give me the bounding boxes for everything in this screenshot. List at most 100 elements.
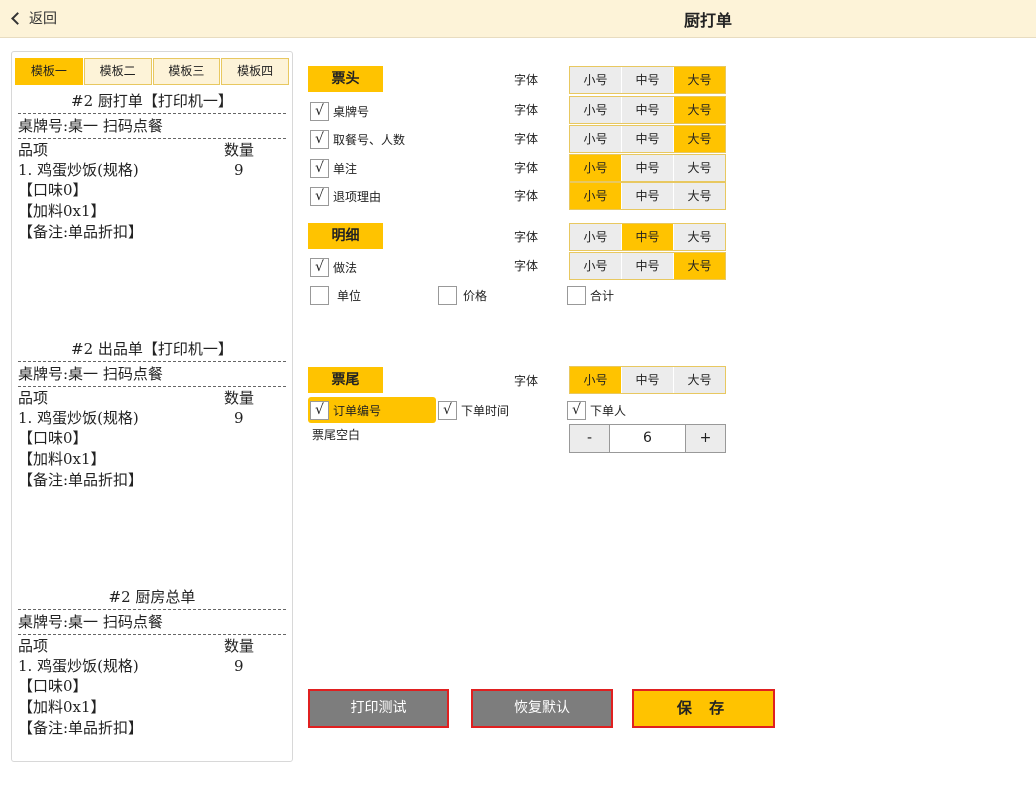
increment-button[interactable]: + — [685, 424, 726, 453]
checkbox-order-number[interactable]: √ 订单编号 — [308, 397, 436, 423]
checkbox-label: 订单编号 — [333, 403, 382, 418]
font-label: 字体 — [514, 132, 539, 146]
divider — [18, 113, 286, 114]
col-qty: 数量 — [224, 141, 255, 159]
checkbox-label: 做法 — [333, 260, 358, 275]
decrement-button[interactable]: - — [569, 424, 610, 453]
item-name: 1. 鸡蛋炒饭(规格) — [18, 409, 139, 427]
size-small-button[interactable]: 小号 — [570, 126, 622, 152]
checkbox-check-icon: √ — [310, 129, 329, 149]
checkbox-return-reason[interactable]: √ 退项理由 — [310, 186, 381, 206]
checkbox-pickup-no[interactable]: √ 取餐号、人数 — [310, 129, 405, 149]
checkbox-orderer[interactable]: √ 下单人 — [567, 400, 626, 420]
size-large-button[interactable]: 大号 — [674, 367, 725, 393]
restore-default-button[interactable]: 恢复默认 — [471, 689, 613, 728]
checkbox-method[interactable]: √ 做法 — [310, 257, 357, 277]
font-label: 字体 — [514, 73, 539, 87]
item-qty: 9 — [234, 161, 244, 179]
divider — [18, 361, 286, 362]
size-group-return-reason: 小号 中号 大号 — [569, 182, 726, 210]
size-group-footer: 小号 中号 大号 — [569, 366, 726, 394]
ticket-table-line: 桌牌号:桌一 扫码点餐 — [18, 117, 163, 135]
tab-template-1[interactable]: 模板一 — [15, 58, 83, 85]
section-detail-tag: 明细 — [308, 223, 383, 249]
size-small-button[interactable]: 小号 — [570, 367, 622, 393]
footer-blank-stepper: - 6 + — [569, 424, 726, 453]
checkbox-label: 取餐号、人数 — [333, 132, 406, 147]
size-small-button[interactable]: 小号 — [570, 155, 622, 181]
size-medium-button[interactable]: 中号 — [622, 126, 674, 152]
col-item: 品项 — [18, 637, 49, 655]
checkbox-table-no[interactable]: √ 桌牌号 — [310, 101, 369, 121]
checkbox-label: 价格 — [463, 288, 488, 303]
font-label: 字体 — [514, 103, 539, 117]
divider — [18, 609, 286, 610]
checkbox-label: 退项理由 — [333, 189, 382, 204]
size-small-button[interactable]: 小号 — [570, 97, 622, 123]
size-medium-button[interactable]: 中号 — [622, 155, 674, 181]
checkbox-check-icon: √ — [310, 257, 329, 277]
footer-blank-label: 票尾空白 — [312, 428, 361, 442]
ticket-table-line: 桌牌号:桌一 扫码点餐 — [18, 365, 163, 383]
tab-template-3[interactable]: 模板三 — [152, 58, 221, 85]
save-button[interactable]: 保 存 — [632, 689, 775, 728]
ticket-item-row: 1. 鸡蛋炒饭(规格) 9 — [18, 160, 286, 180]
page-title: 厨打单 — [683, 11, 732, 30]
checkbox-label: 下单时间 — [461, 403, 510, 418]
col-qty: 数量 — [224, 637, 255, 655]
font-label: 字体 — [514, 259, 539, 273]
font-label: 字体 — [514, 189, 539, 203]
checkbox-unit[interactable]: 单位 — [310, 285, 361, 305]
checkbox-order-note[interactable]: √ 单注 — [310, 158, 357, 178]
footer-blank-value[interactable]: 6 — [610, 424, 685, 453]
checkbox-label: 桌牌号 — [333, 104, 370, 119]
size-medium-button[interactable]: 中号 — [622, 253, 674, 279]
checkbox-price[interactable]: 价格 — [438, 285, 487, 305]
size-medium-button[interactable]: 中号 — [622, 224, 674, 250]
item-qty: 9 — [234, 409, 244, 427]
size-medium-button[interactable]: 中号 — [622, 97, 674, 123]
checkbox-label: 下单人 — [590, 403, 627, 418]
size-small-button[interactable]: 小号 — [570, 183, 622, 209]
ticket-title: #2 厨房总单 — [108, 588, 196, 606]
item-sub: 【加料0x1】 — [18, 202, 106, 220]
tab-template-4[interactable]: 模板四 — [221, 58, 289, 85]
divider — [18, 634, 286, 635]
size-large-button[interactable]: 大号 — [674, 67, 725, 93]
size-medium-button[interactable]: 中号 — [622, 367, 674, 393]
item-sub: 【备注:单品折扣】 — [18, 719, 144, 737]
checkbox-total[interactable]: 合计 — [567, 285, 614, 305]
checkbox-order-time[interactable]: √ 下单时间 — [438, 400, 509, 420]
size-group-order-note: 小号 中号 大号 — [569, 154, 726, 182]
size-large-button[interactable]: 大号 — [674, 183, 725, 209]
size-medium-button[interactable]: 中号 — [622, 183, 674, 209]
size-small-button[interactable]: 小号 — [570, 253, 622, 279]
size-group-method: 小号 中号 大号 — [569, 252, 726, 280]
size-medium-button[interactable]: 中号 — [622, 67, 674, 93]
font-label: 字体 — [514, 161, 539, 175]
size-large-button[interactable]: 大号 — [674, 126, 725, 152]
tab-template-2[interactable]: 模板二 — [83, 58, 152, 85]
item-qty: 9 — [234, 657, 244, 675]
size-group-header: 小号 中号 大号 — [569, 66, 726, 94]
checkbox-empty-icon — [567, 285, 586, 305]
size-group-detail: 小号 中号 大号 — [569, 223, 726, 251]
ticket-header-row: 品项 数量 — [18, 140, 286, 160]
size-large-button[interactable]: 大号 — [674, 97, 725, 123]
ticket-header-row: 品项 数量 — [18, 388, 286, 408]
item-name: 1. 鸡蛋炒饭(规格) — [18, 161, 139, 179]
ticket-table-line: 桌牌号:桌一 扫码点餐 — [18, 613, 163, 631]
size-large-button[interactable]: 大号 — [674, 155, 725, 181]
ticket-kitchen-summary: #2 厨房总单 桌牌号:桌一 扫码点餐 品项 数量 1. 鸡蛋炒饭(规格) 9 … — [18, 586, 286, 739]
item-sub: 【加料0x1】 — [18, 698, 106, 716]
item-name: 1. 鸡蛋炒饭(规格) — [18, 657, 139, 675]
print-test-button[interactable]: 打印测试 — [308, 689, 449, 728]
size-small-button[interactable]: 小号 — [570, 224, 622, 250]
item-sub: 【备注:单品折扣】 — [18, 471, 144, 489]
item-sub: 【备注:单品折扣】 — [18, 223, 144, 241]
col-qty: 数量 — [224, 389, 255, 407]
col-item: 品项 — [18, 141, 49, 159]
size-small-button[interactable]: 小号 — [570, 67, 622, 93]
size-large-button[interactable]: 大号 — [674, 253, 725, 279]
size-large-button[interactable]: 大号 — [674, 224, 725, 250]
